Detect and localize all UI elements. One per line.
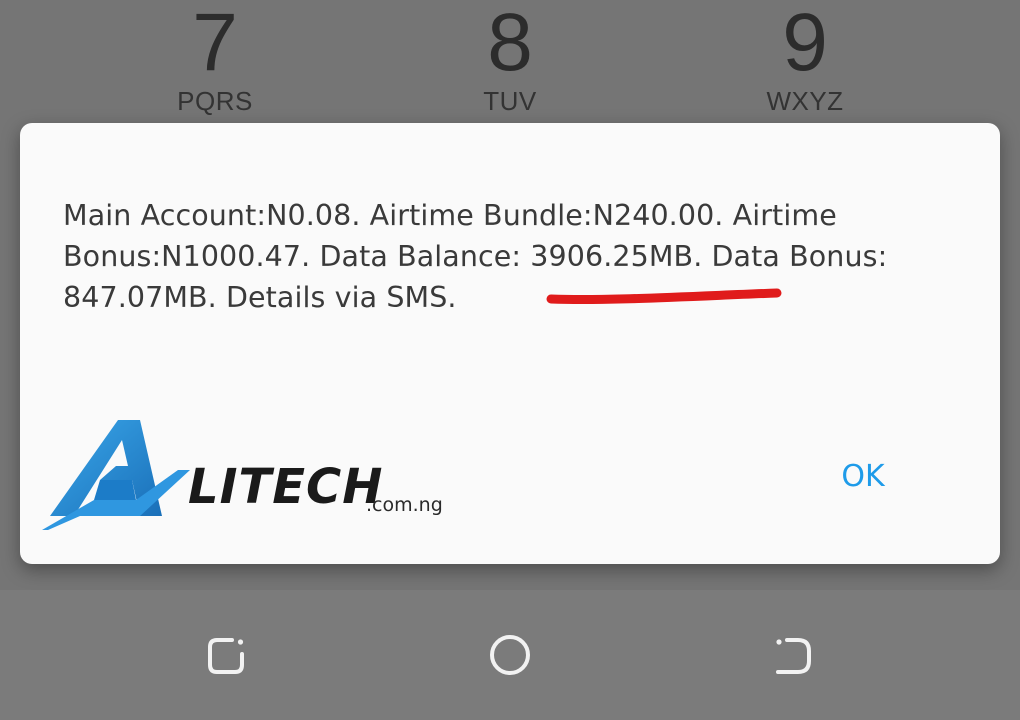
alitech-domain: .com.ng <box>366 494 443 516</box>
recent-apps-icon <box>208 638 244 674</box>
back-icon <box>776 638 811 674</box>
dial-key-digit: 8 <box>487 0 533 88</box>
recent-apps-button[interactable] <box>197 630 257 682</box>
ok-button[interactable]: OK <box>823 453 903 501</box>
dial-key-8[interactable]: 8 TUV <box>410 0 610 117</box>
back-button[interactable] <box>763 630 823 682</box>
ussd-message: Main Account:N0.08. Airtime Bundle:N240.… <box>63 199 888 314</box>
dial-key-9[interactable]: 9 WXYZ <box>705 0 905 117</box>
home-button[interactable] <box>480 630 540 682</box>
red-underline-annotation <box>546 288 782 305</box>
alitech-watermark-logo: LITECH .com.ng <box>40 418 443 533</box>
home-icon <box>490 635 530 675</box>
dial-key-digit: 9 <box>782 0 828 88</box>
ussd-result-dialog: Main Account:N0.08. Airtime Bundle:N240.… <box>20 123 1000 564</box>
dial-key-digit: 7 <box>192 0 238 88</box>
dial-key-letters: WXYZ <box>766 86 844 116</box>
alitech-a-logo-icon <box>42 420 190 530</box>
dial-key-letters: TUV <box>483 86 537 116</box>
alitech-wordmark: LITECH <box>188 459 384 515</box>
navigation-bar <box>0 590 1020 720</box>
dial-key-letters: PQRS <box>177 86 253 116</box>
dial-key-7[interactable]: 7 PQRS <box>115 0 315 117</box>
